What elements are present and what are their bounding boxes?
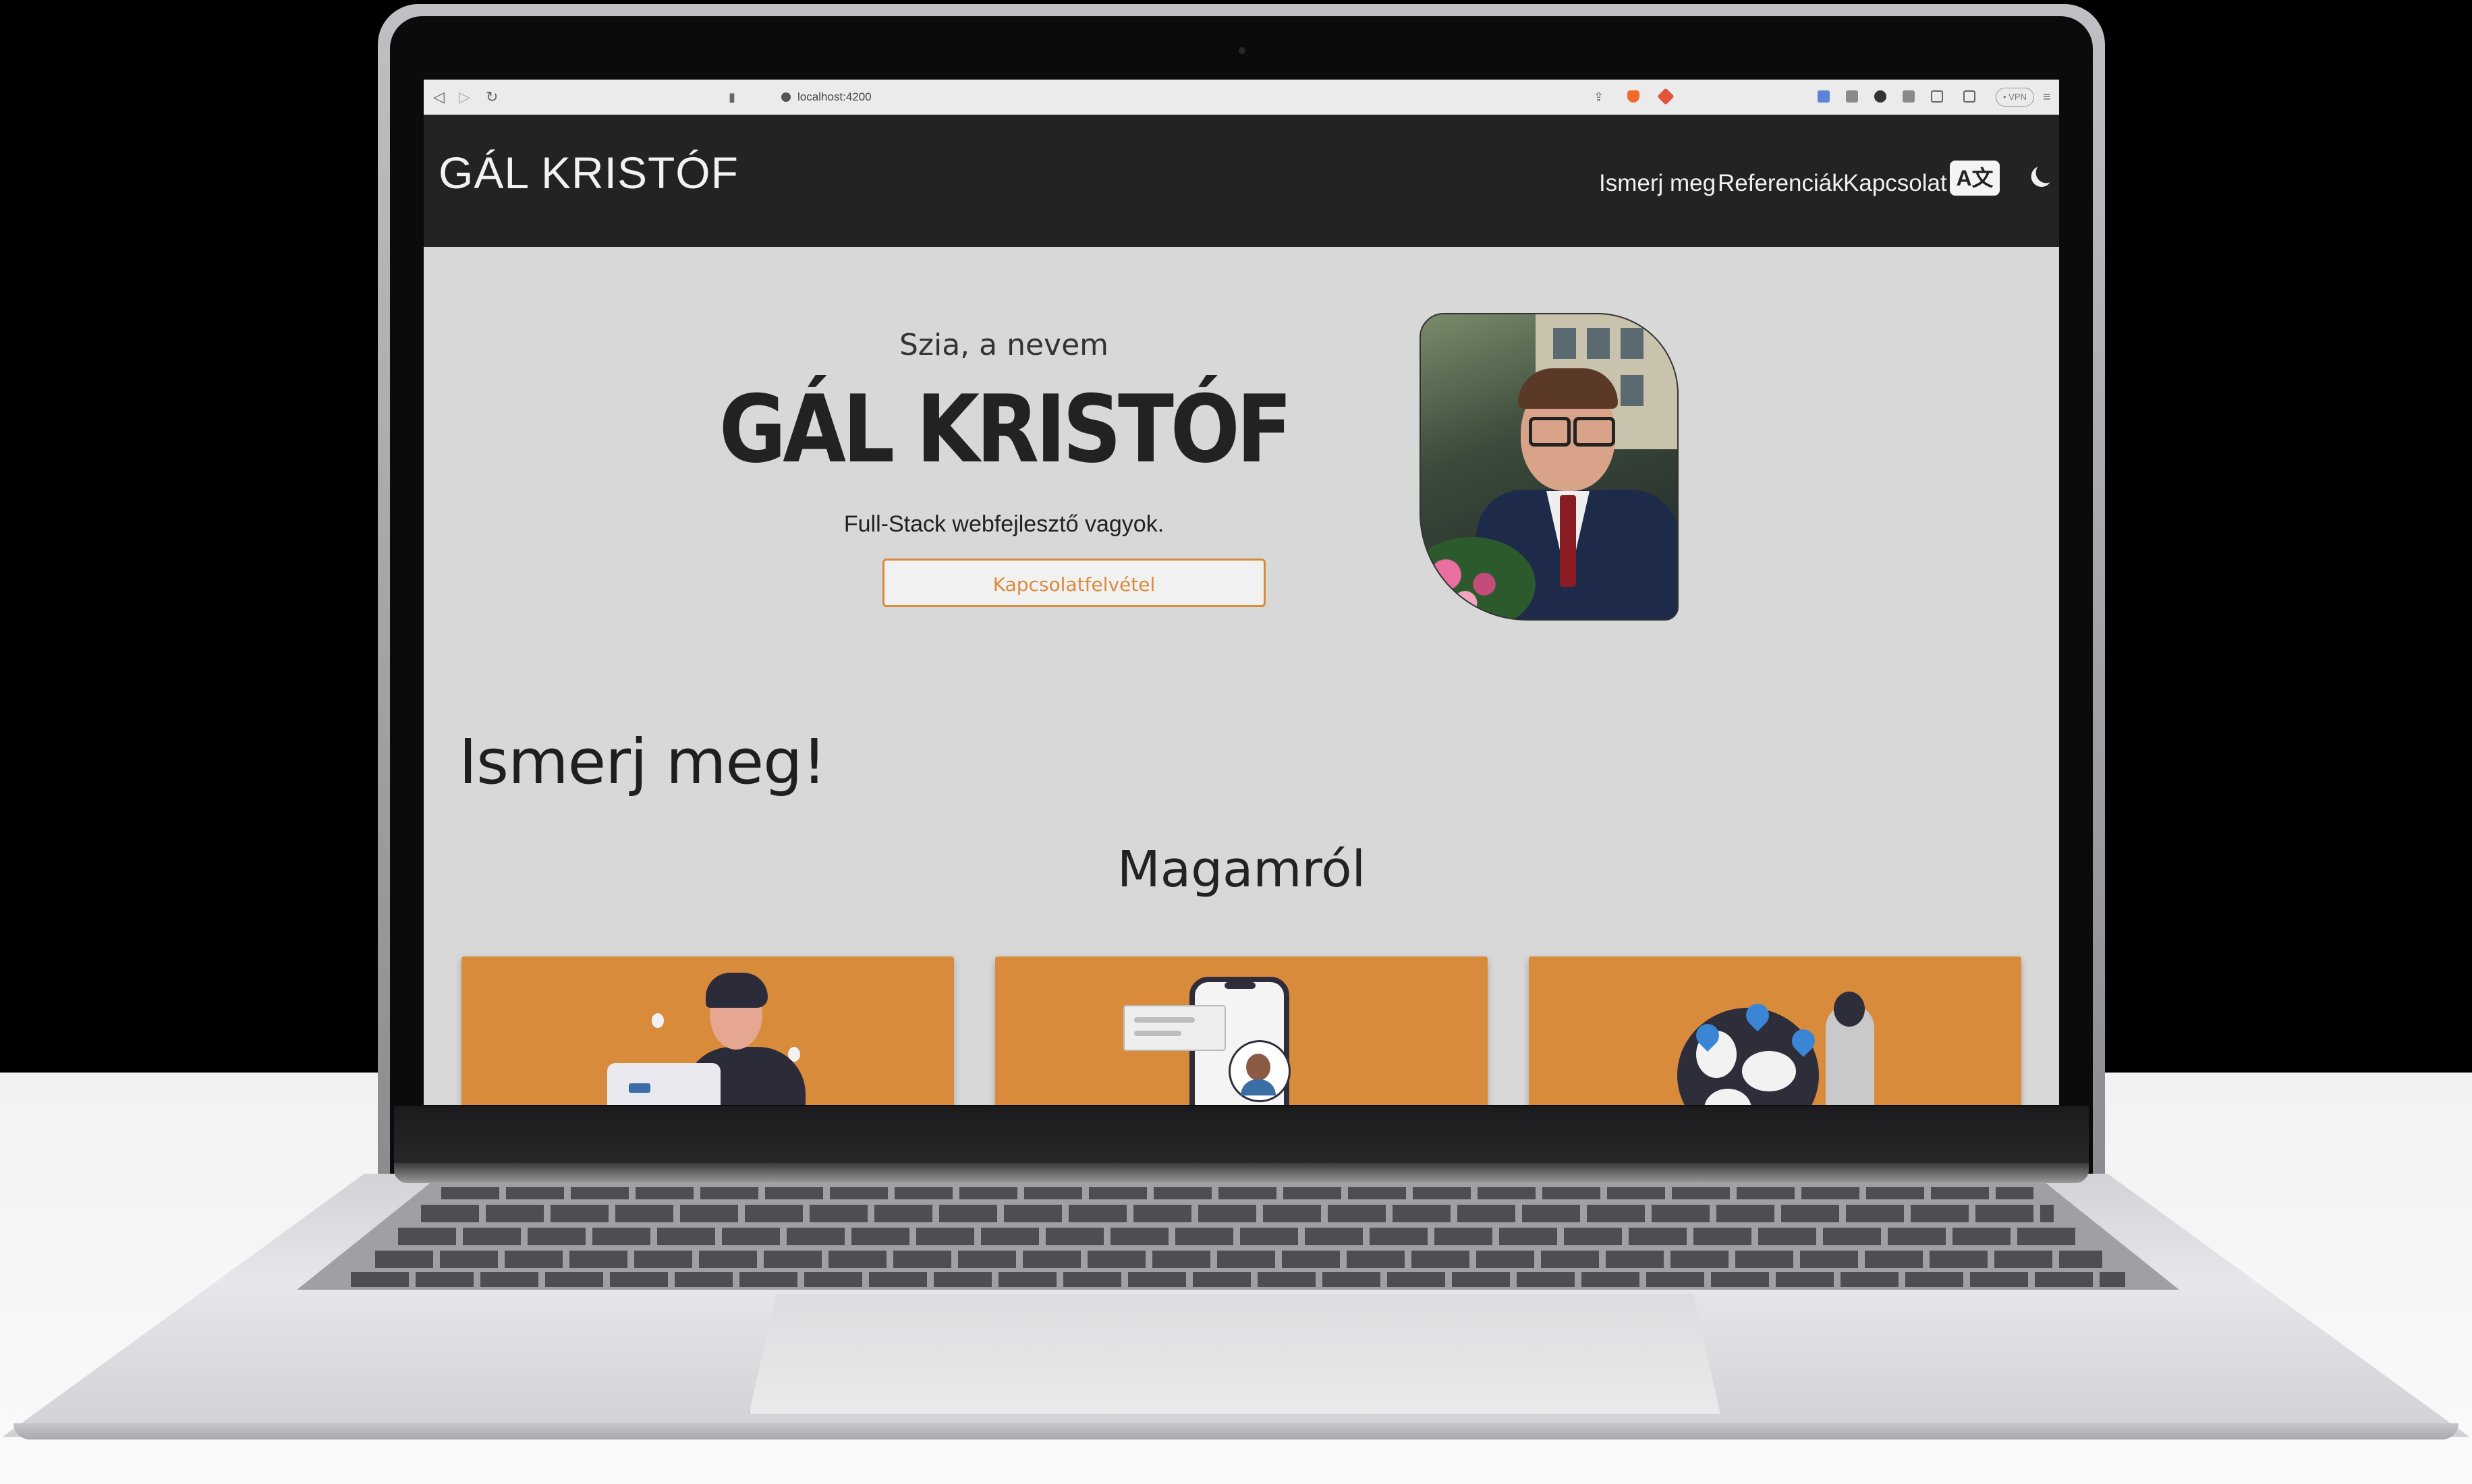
address-bar[interactable]: localhost:4200 [781,88,872,107]
site-info-icon[interactable] [781,92,791,102]
puzzle-icon[interactable] [1874,90,1886,103]
laptop-front-edge [13,1423,2459,1439]
language-toggle-button[interactable]: A文 [1950,161,2000,196]
hero-subtitle: Full-Stack webfejlesztő vagyok. [843,511,1164,537]
nav-link-referenciak[interactable]: Referenciák [1718,170,1844,197]
nav-link-ismerj-meg[interactable]: Ismerj meg [1599,170,1716,197]
sidebar-icon[interactable] [1931,90,1943,103]
brave-shield-icon[interactable] [1627,90,1639,103]
wallet-icon[interactable] [1963,90,1975,103]
profile-photo [1420,313,1679,621]
brave-rewards-icon[interactable] [1657,88,1675,105]
hero-name: GÁL KRISTÓF [719,375,1293,484]
browser-toolbar: ◁ ▷ ↻ ▮ localhost:4200 ⇪ • VPN ≡ [424,80,2059,115]
bookmark-icon[interactable]: ▮ [729,88,735,107]
chat-bubble-illustration [1123,1005,1226,1051]
section-title-ismerj-meg: Ismerj meg! [459,726,826,798]
trackpad [749,1294,1720,1414]
menu-icon[interactable]: ≡ [2043,88,2051,107]
nav-link-kapcsolat[interactable]: Kapcsolat [1843,170,1947,197]
section-title-magamrol: Magamról [1117,840,1366,898]
share-icon[interactable]: ⇪ [1594,88,1604,107]
dark-mode-icon[interactable] [2036,163,2057,183]
reload-icon[interactable]: ↻ [486,88,498,107]
playlist-icon[interactable] [1903,90,1915,103]
translate-extension-icon[interactable] [1818,90,1830,103]
about-card-developer [461,957,954,1105]
back-icon[interactable]: ◁ [433,88,445,107]
forward-icon[interactable]: ▷ [459,88,470,107]
site-navbar: GÁL KRISTÓF Ismerj meg Referenciák Kapcs… [424,115,2059,247]
vpn-button[interactable]: • VPN [1996,88,2034,107]
laptop-illustration [607,1063,721,1105]
laptop-screen: ◁ ▷ ↻ ▮ localhost:4200 ⇪ • VPN ≡ GÁL KRI… [424,80,2059,1105]
about-card-mobile [995,957,1488,1105]
keyboard [297,1182,2179,1290]
about-card-world [1529,957,2021,1105]
url-text: localhost:4200 [797,90,872,103]
laptop-hinge [394,1163,2089,1183]
extension-icon[interactable] [1846,90,1858,103]
webcam-icon [1239,47,1245,54]
hero-greeting: Szia, a nevem [899,328,1109,362]
contact-button[interactable]: Kapcsolatfelvétel [882,559,1266,607]
site-brand[interactable]: GÁL KRISTÓF [439,147,739,198]
